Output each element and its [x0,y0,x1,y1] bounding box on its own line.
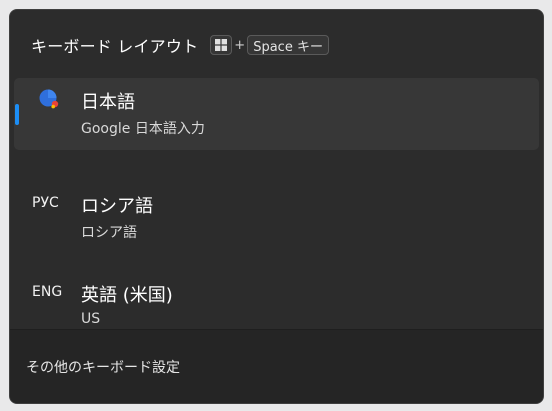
layout-subtitle: Google 日本語入力 [81,121,205,137]
layout-title: 日本語 [81,92,135,113]
layout-item-russian[interactable]: РУС ロシア語 ロシア語 [14,167,539,256]
flyout-footer: その他のキーボード設定 [10,329,543,403]
plus-sign: + [234,37,246,53]
flyout-header: キーボード レイアウト + Space キー [31,32,329,58]
layout-subtitle: ロシア語 [81,225,137,241]
keyboard-layout-flyout: キーボード レイアウト + Space キー 日本語 Google 日本語入力 … [9,9,544,404]
windows-key-icon [210,35,233,55]
shortcut-hint: + Space キー [210,35,329,55]
layout-item-japanese[interactable]: 日本語 Google 日本語入力 [14,78,539,150]
selected-indicator [15,104,19,125]
layout-abbreviation: ENG [32,284,63,300]
keyboard-layout-list: 日本語 Google 日本語入力 РУС ロシア語 ロシア語 ENG 英語 (米… [14,78,539,346]
layout-subtitle: US [81,311,101,327]
more-keyboard-settings-link[interactable]: その他のキーボード設定 [26,357,180,377]
layout-title: 英語 (米国) [81,285,173,306]
space-key: Space キー [247,35,329,55]
layout-abbreviation: РУС [32,195,59,211]
layout-title: ロシア語 [81,196,153,217]
google-japanese-input-icon [39,89,59,109]
flyout-title: キーボード レイアウト [31,37,199,56]
